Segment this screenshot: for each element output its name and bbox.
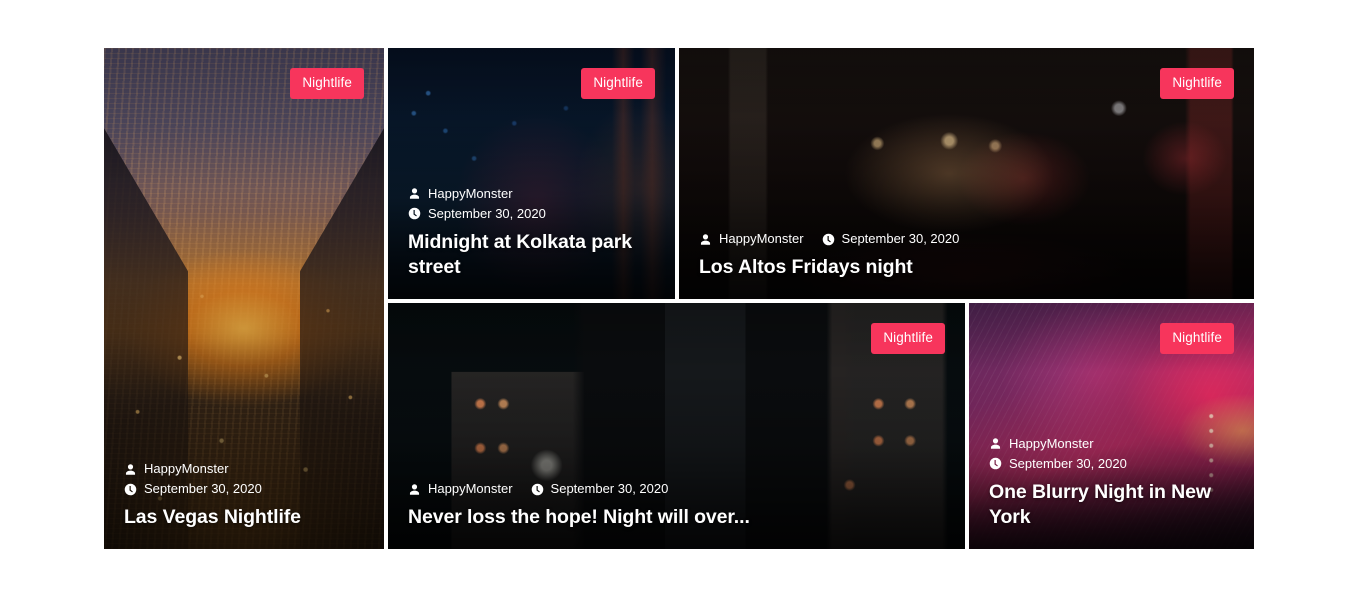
post-content: HappyMonster September 30, 2020 Las Vega…	[124, 459, 364, 531]
post-title[interactable]: Los Altos Fridays night	[699, 256, 913, 278]
post-title[interactable]: Las Vegas Nightlife	[124, 506, 301, 528]
user-icon	[990, 438, 1001, 449]
post-date-label: September 30, 2020	[428, 205, 546, 221]
post-title[interactable]: One Blurry Night in New York	[989, 481, 1211, 529]
clock-icon	[822, 233, 834, 246]
post-meta: HappyMonster September 30, 2020	[408, 479, 945, 499]
post-date-label: September 30, 2020	[550, 481, 669, 497]
post-date[interactable]: September 30, 2020	[124, 479, 364, 499]
category-badge[interactable]: Nightlife	[1160, 323, 1234, 354]
post-title[interactable]: Midnight at Kolkata park street	[408, 231, 632, 279]
post-content: HappyMonster September 30, 2020 Midnight…	[408, 184, 655, 281]
category-badge[interactable]: Nightlife	[871, 323, 945, 354]
post-date-label: September 30, 2020	[1009, 455, 1127, 471]
user-icon	[409, 188, 420, 199]
clock-icon	[124, 483, 137, 496]
clock-icon	[989, 457, 1002, 470]
post-author[interactable]: HappyMonster	[408, 184, 655, 204]
post-author[interactable]: HappyMonster	[124, 459, 364, 479]
post-date[interactable]: September 30, 2020	[408, 204, 655, 224]
post-title[interactable]: Never loss the hope! Night will over...	[408, 506, 750, 528]
post-date-label: September 30, 2020	[144, 481, 262, 497]
category-badge[interactable]: Nightlife	[290, 68, 364, 99]
category-badge[interactable]: Nightlife	[1160, 68, 1234, 99]
post-meta: HappyMonster September 30, 2020	[124, 459, 364, 499]
post-meta: HappyMonster September 30, 2020	[989, 434, 1234, 474]
post-author[interactable]: HappyMonster	[989, 434, 1234, 454]
post-card-midnight-at-kolkata-park-street[interactable]: Nightlife HappyMonster September 30, 202…	[388, 48, 675, 299]
clock-icon	[408, 207, 421, 220]
user-icon	[409, 484, 420, 495]
post-card-one-blurry-night-in-new-york[interactable]: Nightlife HappyMonster September 30, 202…	[969, 303, 1254, 549]
post-date[interactable]: September 30, 2020	[822, 229, 960, 249]
user-icon	[125, 464, 136, 475]
post-grid: Nightlife HappyMonster September 30, 202…	[104, 48, 1254, 549]
user-icon	[700, 234, 711, 245]
post-content: HappyMonster September 30, 2020 Never lo…	[408, 479, 945, 531]
post-date-label: September 30, 2020	[841, 231, 960, 247]
post-date[interactable]: September 30, 2020	[989, 454, 1234, 474]
post-card-las-vegas-nightlife[interactable]: Nightlife HappyMonster September 30, 202…	[104, 48, 384, 549]
post-author-label: HappyMonster	[428, 185, 513, 201]
post-content: HappyMonster September 30, 2020 One Blur…	[989, 434, 1234, 531]
post-author-label: HappyMonster	[1009, 435, 1094, 451]
post-meta: HappyMonster September 30, 2020	[408, 184, 655, 224]
post-card-los-altos-fridays-night[interactable]: Nightlife HappyMonster September 30, 202…	[679, 48, 1254, 299]
post-author-label: HappyMonster	[719, 231, 804, 247]
post-date[interactable]: September 30, 2020	[531, 479, 669, 499]
post-meta: HappyMonster September 30, 2020	[699, 229, 1234, 249]
post-author-label: HappyMonster	[144, 461, 229, 477]
clock-icon	[531, 483, 543, 496]
post-content: HappyMonster September 30, 2020 Los Alto…	[699, 229, 1234, 281]
post-author[interactable]: HappyMonster	[699, 229, 804, 249]
post-author[interactable]: HappyMonster	[408, 479, 513, 499]
post-card-never-loss-the-hope[interactable]: Nightlife HappyMonster September 30, 202…	[388, 303, 965, 549]
post-author-label: HappyMonster	[428, 481, 513, 497]
category-badge[interactable]: Nightlife	[581, 68, 655, 99]
